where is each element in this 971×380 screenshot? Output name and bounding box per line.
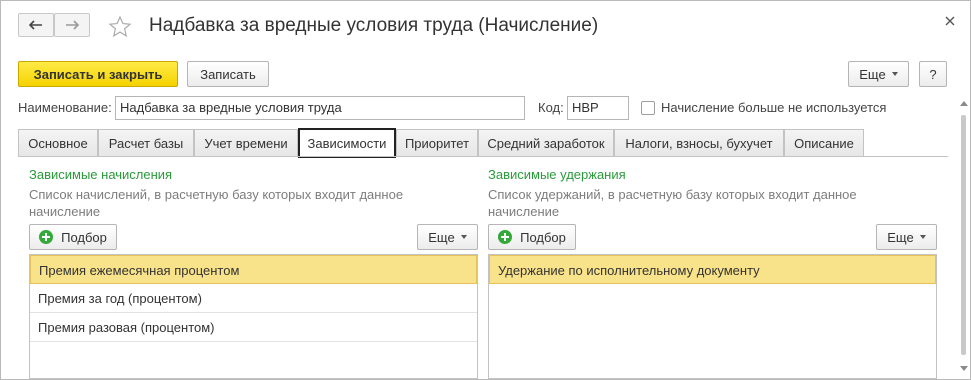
chevron-down-icon xyxy=(919,235,926,239)
dependent-deductions-description: Список удержаний, в расчетную базу котор… xyxy=(488,187,857,219)
tab-base-calc[interactable]: Расчет базы xyxy=(98,129,194,157)
more-button[interactable]: Еще xyxy=(848,61,909,87)
tab-average-earnings[interactable]: Средний заработок xyxy=(478,129,614,157)
tab-priority[interactable]: Приоритет xyxy=(396,129,478,157)
save-and-close-button[interactable]: Записать и закрыть xyxy=(18,61,178,87)
add-icon xyxy=(498,230,513,244)
dependent-accruals-title: Зависимые начисления xyxy=(29,167,173,182)
list-item[interactable]: Премия за год (процентом) xyxy=(30,284,477,313)
vertical-scrollbar[interactable] xyxy=(959,101,968,371)
dependent-accruals-description: Список начислений, в расчетную базу кото… xyxy=(29,187,404,219)
right-pick-label: Подбор xyxy=(520,229,566,245)
save-button[interactable]: Записать xyxy=(187,61,269,87)
forward-button[interactable] xyxy=(54,13,90,37)
help-button[interactable]: ? xyxy=(919,61,947,87)
code-input[interactable]: НВР xyxy=(567,96,629,120)
list-item[interactable]: Премия ежемесячная процентом xyxy=(30,255,477,284)
arrow-right-icon xyxy=(65,20,79,30)
scrollbar-thumb[interactable] xyxy=(961,115,966,355)
tab-taxes[interactable]: Налоги, взносы, бухучет xyxy=(614,129,784,157)
scroll-down-icon[interactable] xyxy=(960,366,968,371)
left-pick-label: Подбор xyxy=(61,229,107,245)
dependent-deductions-title: Зависимые удержания xyxy=(488,167,626,182)
close-icon[interactable] xyxy=(944,15,956,30)
window-title: Надбавка за вредные условия труда (Начис… xyxy=(149,15,599,36)
unused-checkbox-label: Начисление больше не используется xyxy=(661,100,887,115)
tab-time-accounting[interactable]: Учет времени xyxy=(194,129,298,157)
right-more-button[interactable]: Еще xyxy=(876,224,937,250)
left-more-label: Еще xyxy=(428,229,455,245)
dependent-accruals-list[interactable]: Премия ежемесячная процентом Премия за г… xyxy=(29,254,478,379)
list-item[interactable]: Премия разовая (процентом) xyxy=(30,313,477,342)
unused-checkbox[interactable] xyxy=(641,101,655,115)
arrow-left-icon xyxy=(29,20,43,30)
tab-main[interactable]: Основное xyxy=(18,129,98,157)
right-pick-button[interactable]: Подбор xyxy=(488,224,576,250)
scroll-up-icon[interactable] xyxy=(960,101,968,106)
chevron-down-icon xyxy=(891,72,898,76)
chevron-down-icon xyxy=(460,235,467,239)
tab-dependencies[interactable]: Зависимости xyxy=(298,128,396,158)
right-more-label: Еще xyxy=(887,229,914,245)
left-more-button[interactable]: Еще xyxy=(417,224,478,250)
add-icon xyxy=(39,230,54,244)
dependent-deductions-list[interactable]: Удержание по исполнительному документу xyxy=(488,254,937,379)
name-input[interactable]: Надбавка за вредные условия труда xyxy=(115,96,525,120)
code-label: Код: xyxy=(538,100,564,115)
name-label: Наименование: xyxy=(18,100,112,115)
back-button[interactable] xyxy=(18,13,54,37)
tab-description[interactable]: Описание xyxy=(784,129,864,157)
left-pick-button[interactable]: Подбор xyxy=(29,224,117,250)
more-button-label: Еще xyxy=(859,66,886,82)
list-item[interactable]: Удержание по исполнительному документу xyxy=(489,255,936,284)
favorite-star-icon[interactable] xyxy=(108,15,132,42)
form-window: Надбавка за вредные условия труда (Начис… xyxy=(0,0,971,380)
